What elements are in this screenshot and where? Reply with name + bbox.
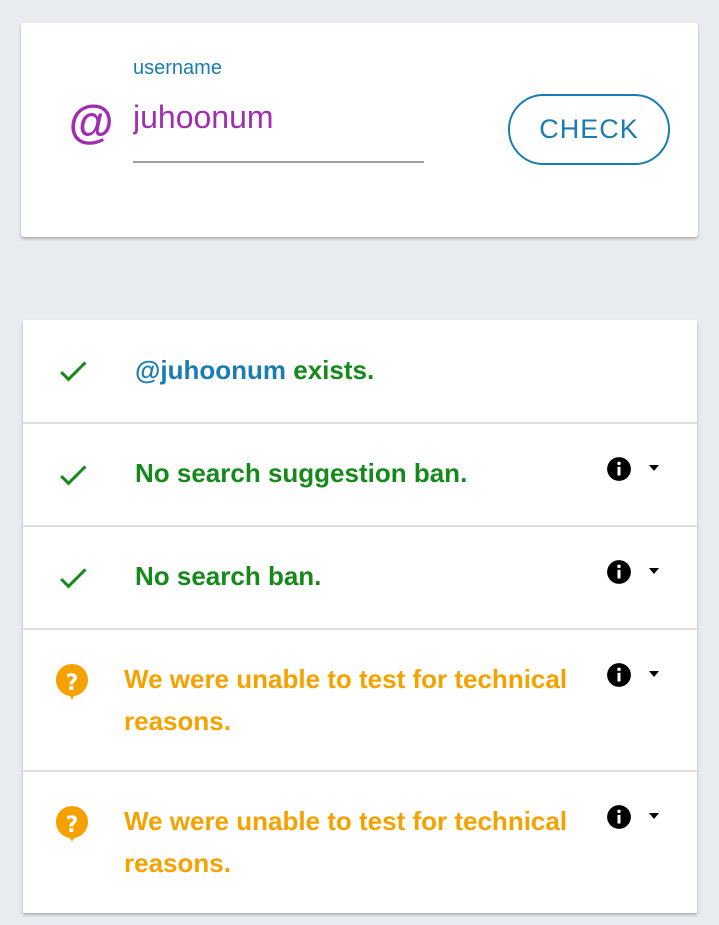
at-icon: @ [68, 96, 113, 148]
question-bubble-icon: ? [56, 664, 88, 700]
check-icon [60, 361, 87, 382]
details-toggle[interactable] [606, 804, 668, 834]
check-icon [60, 465, 87, 486]
result-row-search-ban: No search ban. [23, 527, 697, 630]
check-button[interactable]: CHECK [508, 94, 670, 165]
username-input[interactable] [133, 95, 424, 163]
username-handle: @juhoonum [135, 355, 286, 385]
result-message: No search suggestion ban. [135, 458, 468, 488]
username-search-card: @ username CHECK [21, 23, 698, 237]
result-message: We were unable to test for technical rea… [124, 800, 567, 884]
caret-down-icon [649, 465, 659, 471]
caret-down-icon [649, 671, 659, 677]
info-icon [607, 663, 631, 687]
result-message: No search ban. [135, 561, 322, 591]
result-message: We were unable to test for technical rea… [124, 658, 567, 742]
results-card: @juhoonum exists. No search suggestion b… [23, 320, 697, 913]
result-text: @juhoonum exists. [135, 349, 374, 391]
details-toggle[interactable] [606, 662, 668, 692]
details-toggle[interactable] [606, 559, 668, 589]
info-icon [607, 805, 631, 829]
details-toggle[interactable] [606, 456, 668, 486]
result-message: exists. [293, 355, 375, 385]
caret-down-icon [649, 568, 659, 574]
svg-text:?: ? [66, 671, 79, 696]
result-row-unknown: ? We were unable to test for technical r… [23, 772, 697, 913]
result-message-line: reasons. [124, 848, 231, 878]
username-label: username [133, 57, 222, 79]
check-icon [60, 568, 87, 589]
result-message-line: We were unable to test for technical [124, 664, 568, 694]
question-bubble-icon: ? [56, 806, 88, 842]
result-row-suggestion-ban: No search suggestion ban. [23, 424, 697, 527]
caret-down-icon [649, 813, 659, 819]
result-row-unknown: ? We were unable to test for technical r… [23, 630, 697, 772]
info-icon [607, 560, 631, 584]
svg-text:?: ? [66, 813, 79, 838]
result-row-exists: @juhoonum exists. [23, 320, 697, 424]
result-message-line: reasons. [124, 706, 231, 736]
result-message-line: We were unable to test for technical [124, 806, 568, 836]
info-icon [607, 457, 631, 481]
